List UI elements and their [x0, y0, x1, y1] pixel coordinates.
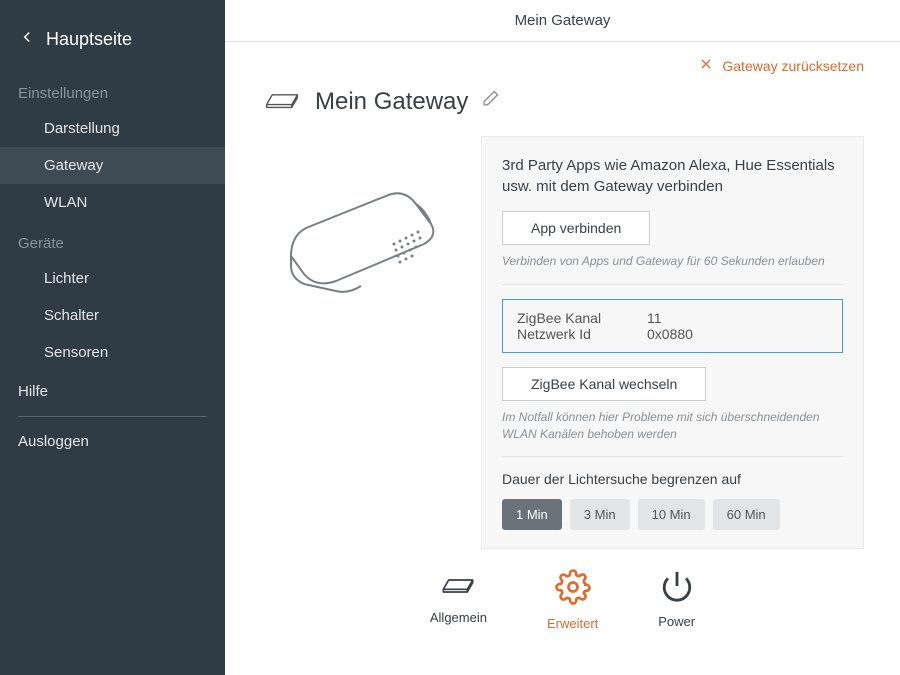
connect-app-button[interactable]: App verbinden: [502, 211, 650, 245]
sidebar-item-ausloggen[interactable]: Ausloggen: [0, 421, 225, 462]
power-icon: [660, 569, 694, 608]
zigbee-channel-label: ZigBee Kanal: [517, 310, 647, 326]
reset-label: Gateway zurücksetzen: [722, 58, 864, 74]
duration-10min[interactable]: 10 Min: [638, 499, 705, 530]
sidebar-item-wlan[interactable]: WLAN: [0, 184, 225, 221]
zigbee-channel-value: 11: [647, 310, 662, 326]
gear-icon: [555, 569, 591, 610]
sidebar: Hauptseite Einstellungen Darstellung Gat…: [0, 0, 225, 675]
duration-label: Dauer der Lichtersuche begrenzen auf: [502, 471, 843, 487]
sidebar-item-hilfe[interactable]: Hilfe: [0, 371, 225, 412]
sidebar-item-schalter[interactable]: Schalter: [0, 297, 225, 334]
back-label: Hauptseite: [46, 29, 132, 50]
zigbee-hint: Im Notfall können hier Probleme mit sich…: [502, 409, 843, 443]
network-id-label: Netzwerk Id: [517, 326, 647, 342]
topbar: Mein Gateway: [225, 0, 900, 42]
section-settings-label: Einstellungen: [0, 71, 225, 110]
title-row: Mein Gateway: [261, 85, 864, 118]
reset-icon: [698, 56, 714, 75]
settings-panel: 3rd Party Apps wie Amazon Alexa, Hue Ess…: [481, 136, 864, 549]
tab-erweitert[interactable]: Erweitert: [547, 569, 598, 631]
section-devices-label: Geräte: [0, 221, 225, 260]
page-title: Mein Gateway: [315, 88, 468, 116]
connect-description: 3rd Party Apps wie Amazon Alexa, Hue Ess…: [502, 155, 843, 197]
divider: [502, 456, 843, 457]
device-icon: [438, 569, 478, 604]
bottom-tabs: Allgemein Erweitert Power: [261, 549, 864, 651]
tab-label: Power: [658, 614, 695, 629]
device-illustration: [261, 136, 461, 549]
divider: [502, 284, 843, 285]
change-zigbee-button[interactable]: ZigBee Kanal wechseln: [502, 367, 706, 401]
tab-power[interactable]: Power: [658, 569, 695, 631]
edit-icon[interactable]: [480, 89, 500, 114]
back-button[interactable]: Hauptseite: [0, 20, 225, 71]
tab-allgemein[interactable]: Allgemein: [430, 569, 487, 631]
sidebar-item-darstellung[interactable]: Darstellung: [0, 110, 225, 147]
main: Mein Gateway Gateway zurücksetzen Mein G…: [225, 0, 900, 675]
sidebar-item-gateway[interactable]: Gateway: [0, 147, 225, 184]
reset-gateway-link[interactable]: Gateway zurücksetzen: [698, 56, 864, 75]
duration-3min[interactable]: 3 Min: [570, 499, 630, 530]
tab-label: Erweitert: [547, 616, 598, 631]
tab-label: Allgemein: [430, 610, 487, 625]
network-id-value: 0x0880: [647, 326, 693, 342]
topbar-title: Mein Gateway: [515, 12, 611, 29]
duration-60min[interactable]: 60 Min: [713, 499, 780, 530]
zigbee-info-box[interactable]: ZigBee Kanal 11 Netzwerk Id 0x0880: [502, 299, 843, 353]
sidebar-item-lichter[interactable]: Lichter: [0, 260, 225, 297]
connect-hint: Verbinden von Apps und Gateway für 60 Se…: [502, 253, 843, 270]
duration-pills: 1 Min 3 Min 10 Min 60 Min: [502, 499, 843, 530]
divider: [18, 416, 207, 417]
duration-1min[interactable]: 1 Min: [502, 499, 562, 530]
device-icon: [261, 85, 303, 118]
sidebar-item-sensoren[interactable]: Sensoren: [0, 334, 225, 371]
arrow-left-icon: [18, 28, 36, 51]
